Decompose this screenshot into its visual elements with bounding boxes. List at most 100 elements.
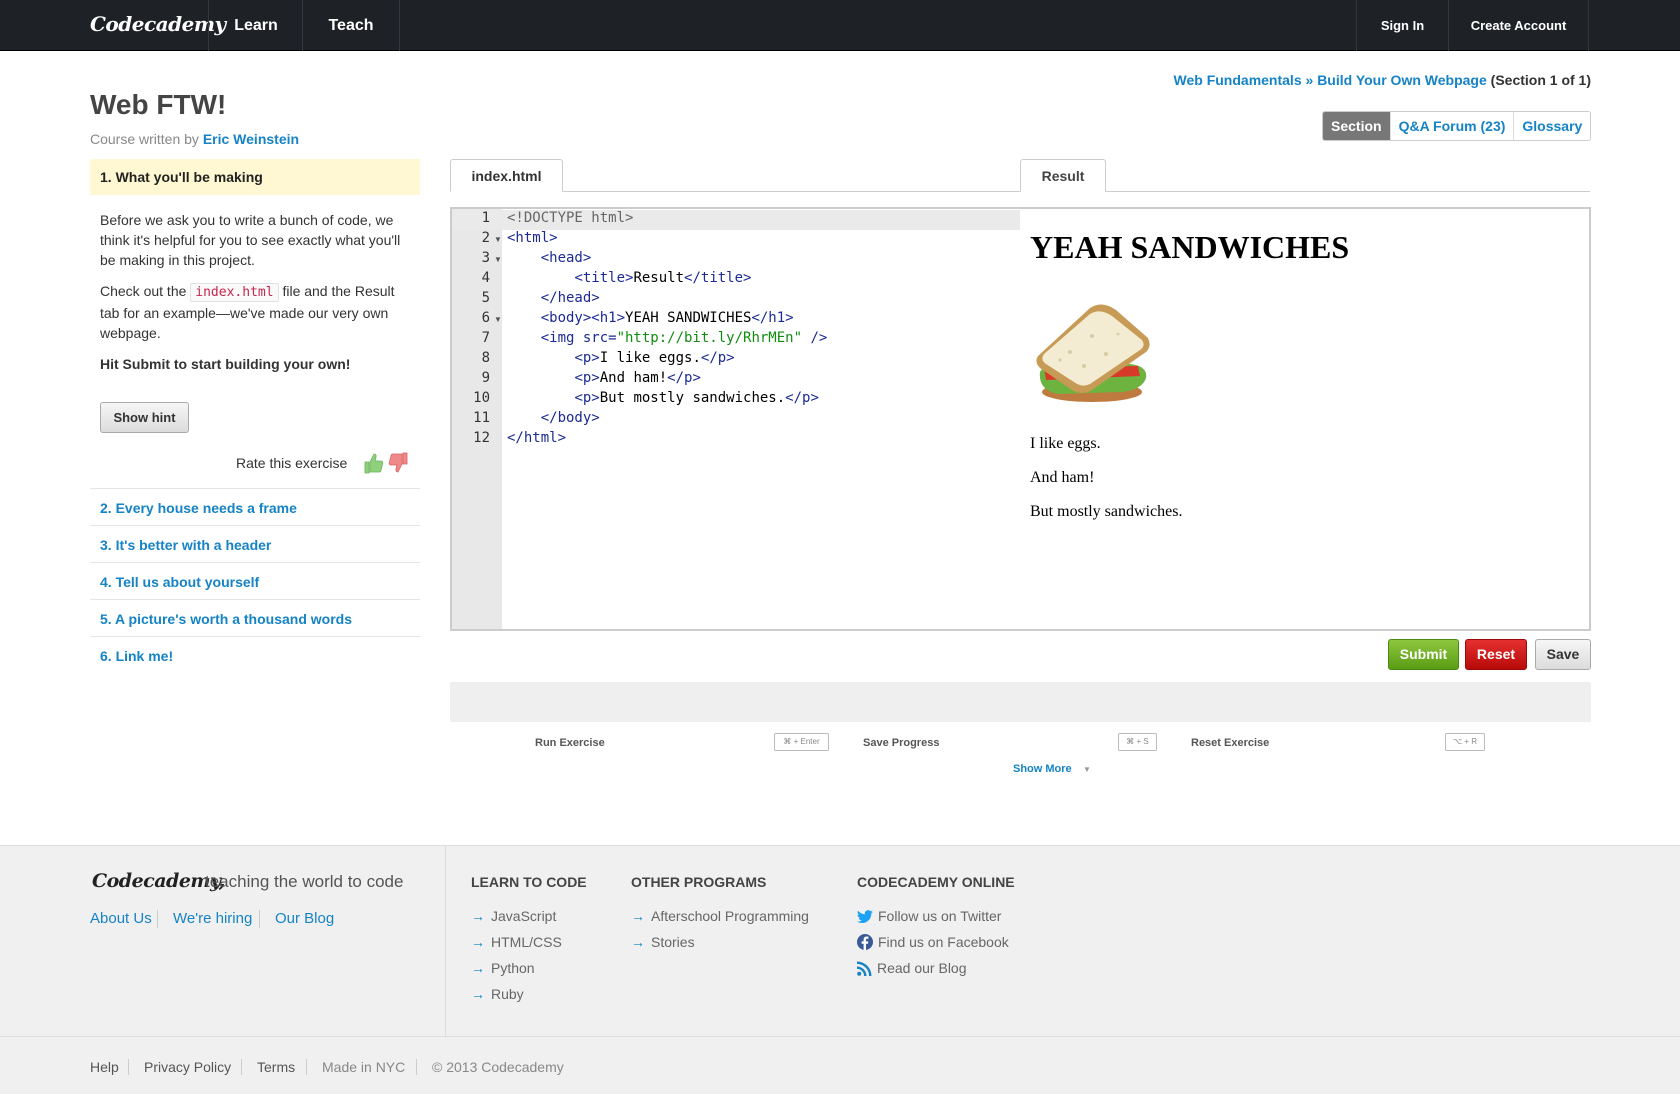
line-number: 12 bbox=[473, 430, 490, 446]
divider bbox=[90, 599, 420, 600]
code-line: </html> bbox=[507, 430, 567, 446]
fold-caret-icon[interactable]: ▼ bbox=[494, 315, 502, 324]
nav-learn[interactable]: Learn bbox=[208, 0, 303, 51]
show-more-link[interactable]: Show More bbox=[1013, 763, 1072, 775]
footer-learn-htmlcss[interactable]: → HTML/CSS bbox=[471, 934, 562, 950]
footer-learn-ruby[interactable]: → Ruby bbox=[471, 986, 524, 1002]
instruction-paragraph: Check out the index.html file and the Re… bbox=[100, 281, 415, 343]
lesson-instructions: Before we ask you to write a bunch of co… bbox=[100, 210, 415, 385]
footer-about-us-link[interactable]: About Us bbox=[90, 910, 152, 927]
footer-privacy-link[interactable]: Privacy Policy bbox=[144, 1059, 231, 1075]
author-link[interactable]: Eric Weinstein bbox=[203, 131, 299, 147]
inline-code: index.html bbox=[190, 283, 279, 302]
chevron-down-icon[interactable]: ▼ bbox=[1083, 765, 1091, 774]
result-heading: YEAH SANDWICHES bbox=[1030, 229, 1350, 265]
footer-blog-link[interactable]: Our Blog bbox=[275, 910, 334, 927]
footer-item-label: Ruby bbox=[491, 986, 524, 1002]
arrow-right-icon: → bbox=[631, 934, 645, 950]
footer-blog-feed-link[interactable]: Read our Blog bbox=[857, 960, 967, 979]
code-editor: 1 2 ▼ 3 ▼ 4 5 6 ▼ 7 8 9 10 11 12 <!DOCTY… bbox=[450, 207, 1591, 631]
code-line: <p>But mostly sandwiches.</p> bbox=[574, 390, 819, 406]
exercise-link-6[interactable]: 6. Link me! bbox=[100, 648, 173, 664]
breadcrumb: Web Fundamentals » Build Your Own Webpag… bbox=[1174, 72, 1591, 88]
submit-button[interactable]: Submit bbox=[1388, 639, 1459, 670]
code-line: </body> bbox=[540, 410, 600, 426]
footer-program-stories[interactable]: → Stories bbox=[631, 934, 695, 950]
tab-section[interactable]: Section bbox=[1323, 112, 1390, 140]
instruction-callout: Hit Submit to start building your own! bbox=[100, 356, 351, 372]
separator bbox=[259, 910, 260, 928]
breadcrumb-project[interactable]: Build Your Own Webpage bbox=[1317, 72, 1487, 88]
thumbs-down-icon[interactable] bbox=[388, 452, 408, 479]
line-number: 9 bbox=[481, 370, 490, 386]
show-hint-button[interactable]: Show hint bbox=[100, 402, 189, 433]
reset-button[interactable]: Reset bbox=[1465, 639, 1527, 670]
exercise-link-5[interactable]: 5. A picture's worth a thousand words bbox=[100, 611, 352, 627]
footer-program-afterschool[interactable]: → Afterschool Programming bbox=[631, 908, 809, 924]
breadcrumb-course[interactable]: Web Fundamentals bbox=[1174, 72, 1302, 88]
rss-icon bbox=[857, 961, 872, 979]
divider bbox=[90, 562, 420, 563]
footer-item-label: Stories bbox=[651, 934, 695, 950]
tab-glossary[interactable]: Glossary bbox=[1513, 112, 1591, 140]
line-number: 8 bbox=[481, 350, 490, 366]
create-account-button[interactable]: Create Account bbox=[1448, 0, 1589, 51]
exercise-link-2[interactable]: 2. Every house needs a frame bbox=[100, 500, 297, 516]
footer-terms-link[interactable]: Terms bbox=[257, 1059, 295, 1075]
footer-help-link[interactable]: Help bbox=[90, 1059, 119, 1075]
footer-bottom-bar: Help Privacy Policy Terms Made in NYC © … bbox=[0, 1036, 1680, 1094]
line-number: 1 bbox=[481, 210, 490, 226]
codecademy-logo[interactable]: Codecademy bbox=[90, 12, 226, 36]
sign-in-button[interactable]: Sign In bbox=[1356, 0, 1448, 51]
thumbs-up-icon[interactable] bbox=[364, 452, 384, 479]
line-number: 11 bbox=[473, 410, 490, 426]
shortcut-run-key: ⌘ + Enter bbox=[774, 733, 829, 751]
active-exercise-title[interactable]: 1. What you'll be making bbox=[90, 159, 420, 195]
exercise-link-3[interactable]: 3. It's better with a header bbox=[100, 537, 271, 553]
nav-teach[interactable]: Teach bbox=[302, 0, 400, 51]
fold-caret-icon[interactable]: ▼ bbox=[494, 255, 502, 264]
arrow-right-icon: → bbox=[471, 986, 485, 1002]
course-title: Web FTW! bbox=[90, 89, 227, 120]
footer-twitter-link[interactable]: Follow us on Twitter bbox=[857, 908, 1001, 927]
footer-learn-heading: LEARN TO CODE bbox=[471, 874, 587, 890]
tab-qa-forum[interactable]: Q&A Forum (23) bbox=[1389, 112, 1514, 140]
tab-index-html[interactable]: index.html bbox=[450, 159, 563, 192]
code-line: <img src="http://bit.ly/RhrMEn" /> bbox=[540, 330, 828, 346]
divider bbox=[90, 636, 420, 637]
exercise-link-4[interactable]: 4. Tell us about yourself bbox=[100, 574, 259, 590]
breadcrumb-section: (Section 1 of 1) bbox=[1486, 72, 1591, 88]
divider bbox=[90, 525, 420, 526]
code-pane[interactable]: 1 2 ▼ 3 ▼ 4 5 6 ▼ 7 8 9 10 11 12 <!DOCTY… bbox=[452, 209, 1022, 629]
divider bbox=[90, 488, 420, 489]
line-number: 2 bbox=[481, 230, 490, 246]
footer-learn-python[interactable]: → Python bbox=[471, 960, 535, 976]
instruction-paragraph: Before we ask you to write a bunch of co… bbox=[100, 212, 401, 268]
footer-item-label: HTML/CSS bbox=[491, 934, 562, 950]
facebook-icon bbox=[857, 934, 873, 953]
footer-hiring-link[interactable]: We're hiring bbox=[173, 910, 252, 927]
fold-caret-icon[interactable]: ▼ bbox=[494, 235, 502, 244]
output-console bbox=[450, 682, 1591, 722]
footer-tagline: teaching the world to code bbox=[205, 872, 404, 891]
footer-learn-javascript[interactable]: → JavaScript bbox=[471, 908, 556, 924]
footer: Codecademy, teaching the world to code A… bbox=[0, 845, 1680, 1037]
code-line: <title>Result</title> bbox=[574, 270, 752, 286]
code-line: <body><h1>YEAH SANDWICHES</h1> bbox=[540, 310, 794, 326]
code-line: <head> bbox=[540, 250, 592, 266]
tab-result[interactable]: Result bbox=[1020, 159, 1106, 192]
code-line: <p>And ham!</p> bbox=[574, 370, 701, 386]
line-number: 5 bbox=[481, 290, 490, 306]
shortcut-reset-key: ⌥ + R bbox=[1445, 733, 1485, 751]
result-preview: YEAH SANDWICHES I like eggs. And ham! Bu… bbox=[1022, 209, 1588, 629]
footer-facebook-link[interactable]: Find us on Facebook bbox=[857, 934, 1009, 953]
shortcut-save-key: ⌘ + S bbox=[1118, 733, 1157, 751]
footer-programs-heading: OTHER PROGRAMS bbox=[631, 874, 767, 890]
result-paragraph: But mostly sandwiches. bbox=[1030, 503, 1183, 520]
result-paragraph: I like eggs. bbox=[1030, 435, 1101, 452]
author-prefix: Course written by bbox=[90, 131, 203, 147]
course-author: Course written by Eric Weinstein bbox=[90, 131, 299, 147]
save-button[interactable]: Save bbox=[1535, 639, 1591, 670]
result-paragraph: And ham! bbox=[1030, 469, 1095, 486]
separator bbox=[241, 1059, 242, 1075]
